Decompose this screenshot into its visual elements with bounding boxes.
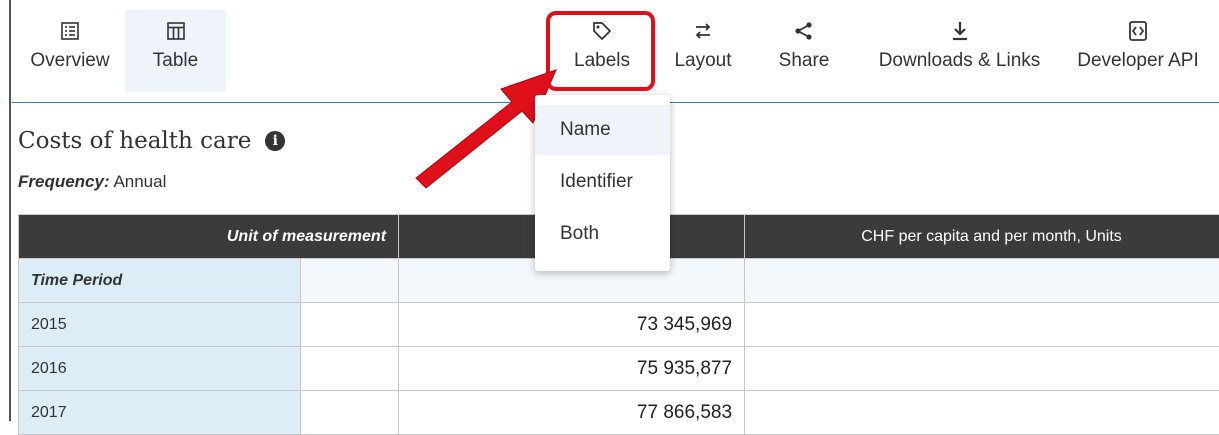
developer-api-button[interactable]: Developer API <box>1067 10 1209 92</box>
table-row: 2015 73 345,969 <box>19 303 1219 347</box>
list-box-icon <box>59 20 81 42</box>
row-year: 2015 <box>19 303 301 347</box>
column-header: CHF per capita and per month, Units <box>745 215 1219 259</box>
page-title: Costs of health care i <box>18 128 285 154</box>
cell-value: 77 866,583 <box>399 391 745 435</box>
share-icon <box>793 20 815 42</box>
info-icon[interactable]: i <box>265 131 285 151</box>
developer-api-label: Developer API <box>1077 50 1198 72</box>
cell-value: 73 345,969 <box>399 303 745 347</box>
frequency-line: Frequency: Annual <box>18 172 166 192</box>
menu-item-both[interactable]: Both <box>535 209 670 259</box>
code-icon <box>1127 20 1149 42</box>
tab-table[interactable]: Table <box>125 10 226 92</box>
empty-cell <box>745 391 1219 435</box>
tab-table-label: Table <box>153 50 198 72</box>
share-button-label: Share <box>779 50 830 72</box>
empty-cell <box>301 303 399 347</box>
empty-cell <box>301 391 399 435</box>
cell-value: 75 935,877 <box>399 347 745 391</box>
download-icon <box>949 20 971 42</box>
left-border <box>9 0 11 421</box>
labels-dropdown-menu: Name Identifier Both <box>535 95 670 271</box>
table-row: 2016 75 935,877 <box>19 347 1219 391</box>
tab-overview-label: Overview <box>30 50 109 72</box>
row-year: 2016 <box>19 347 301 391</box>
layout-button[interactable]: Layout <box>658 10 748 92</box>
row-year: 2017 <box>19 391 301 435</box>
time-period-label: Time Period <box>19 259 301 303</box>
empty-cell <box>745 347 1219 391</box>
empty-cell <box>745 259 1219 303</box>
frequency-label: Frequency: <box>18 172 110 191</box>
layout-button-label: Layout <box>674 50 731 72</box>
table-icon <box>165 20 187 42</box>
dataset-title: Costs of health care <box>18 128 251 154</box>
empty-cell <box>301 259 399 303</box>
menu-item-identifier[interactable]: Identifier <box>535 157 670 207</box>
downloads-links-button[interactable]: Downloads & Links <box>862 10 1057 92</box>
unit-header: Unit of measurement <box>19 215 399 259</box>
empty-cell <box>301 347 399 391</box>
labels-highlight-box <box>546 11 655 91</box>
frequency-value: Annual <box>113 172 166 191</box>
empty-cell <box>745 303 1219 347</box>
tab-overview[interactable]: Overview <box>20 10 120 92</box>
downloads-links-label: Downloads & Links <box>879 50 1041 72</box>
table-row: 2017 77 866,583 <box>19 391 1219 435</box>
swap-arrows-icon <box>692 20 714 42</box>
menu-item-name[interactable]: Name <box>535 105 670 155</box>
share-button[interactable]: Share <box>764 10 844 92</box>
